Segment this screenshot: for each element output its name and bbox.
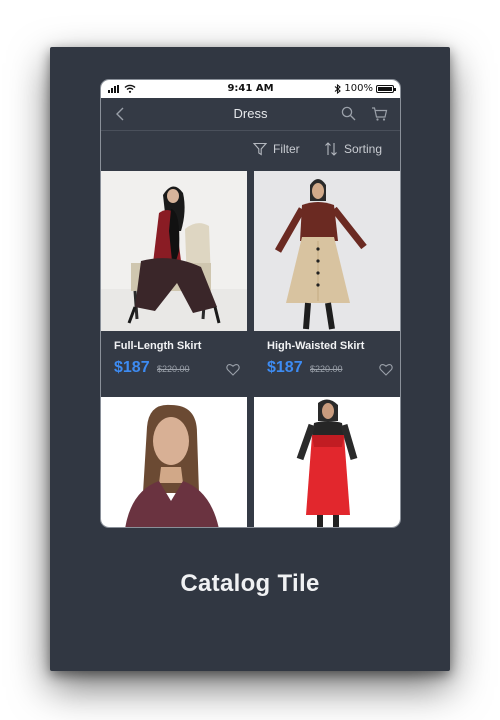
heart-icon[interactable]	[226, 363, 240, 376]
product-image[interactable]	[254, 397, 400, 527]
sorting-label: Sorting	[344, 142, 383, 156]
status-bar: 9:41 AM 100%	[101, 80, 400, 98]
cart-icon[interactable]	[371, 106, 388, 122]
filter-icon	[253, 142, 267, 156]
product-price: $187	[267, 359, 303, 376]
product-image[interactable]	[101, 171, 247, 331]
product-info: High-Waisted Skirt $187 $220.00	[254, 331, 400, 397]
heart-icon[interactable]	[379, 363, 393, 376]
bluetooth-icon	[335, 83, 342, 94]
search-icon[interactable]	[341, 106, 356, 121]
battery-percent: 100%	[344, 83, 373, 94]
product-image[interactable]	[254, 171, 400, 331]
product-old-price: $220.00	[310, 364, 343, 374]
product-price: $187	[114, 359, 150, 376]
filter-label: Filter	[273, 142, 300, 156]
filter-bar: Filter Sorting	[101, 131, 400, 171]
sort-icon	[325, 142, 337, 156]
product-old-price: $220.00	[157, 364, 190, 374]
filter-button[interactable]: Filter	[253, 142, 300, 156]
nav-bar: Dress	[101, 98, 400, 131]
caption-title: Catalog Tile	[180, 570, 320, 597]
product-info: Full-Length Skirt $187 $220.00	[101, 331, 247, 397]
sorting-button[interactable]: Sorting	[324, 142, 382, 156]
product-image[interactable]	[101, 397, 247, 527]
phone-screen: 9:41 AM 100% Dress Filter Sorting Full-L…	[100, 79, 401, 528]
product-name: High-Waisted Skirt	[267, 340, 365, 352]
product-name: Full-Length Skirt	[114, 340, 202, 352]
battery-icon	[376, 84, 396, 93]
